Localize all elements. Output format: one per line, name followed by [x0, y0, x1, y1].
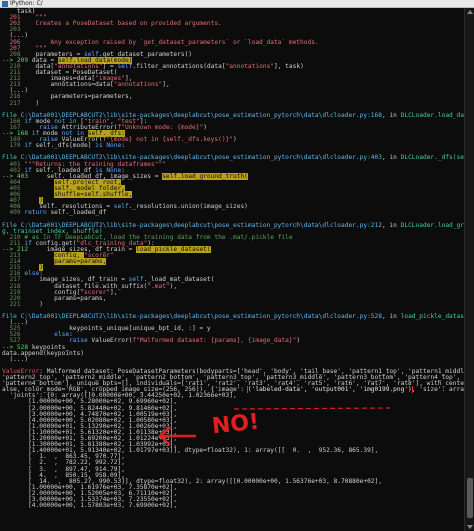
window-title: IPython: C/: [10, 0, 43, 7]
window-titlebar: IPython: C/: [0, 0, 474, 8]
terminal-output[interactable]: task) 201 """ 202 Creates a PoseDataset …: [0, 8, 464, 531]
handwritten-annotation: NO!: [210, 409, 261, 440]
terminal-line: [4.00000e+00, 1.57803e+03, 7.69900e+02],: [2, 502, 464, 509]
scrollbar-thumb[interactable]: [467, 478, 473, 518]
app-icon: [2, 1, 8, 7]
vertical-scrollbar[interactable]: [464, 8, 474, 531]
scroll-down-arrow-icon[interactable]: [467, 525, 473, 529]
scroll-up-arrow-icon[interactable]: [467, 10, 473, 14]
terminal-text-segment: [4.00000e+00, 1.57803e+03, 7.69900e+02],: [2, 502, 178, 510]
handwritten-arrow-icon: [158, 426, 196, 446]
